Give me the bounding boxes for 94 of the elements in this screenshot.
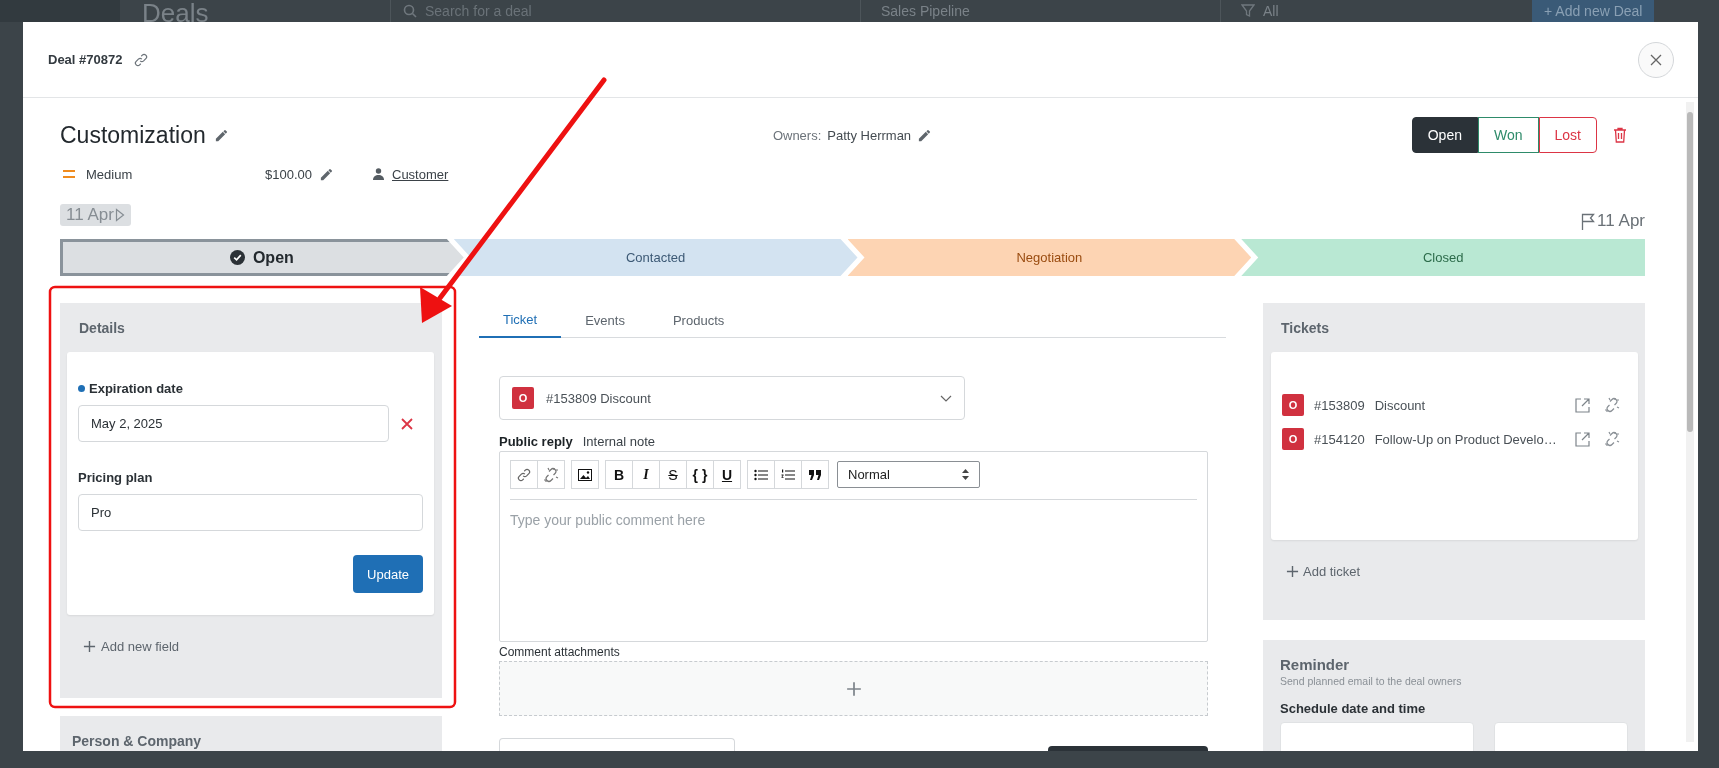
deal-amount: $100.00: [265, 166, 312, 182]
play-outline-icon: [114, 208, 125, 222]
close-button[interactable]: [1638, 41, 1674, 78]
indicator-dot: [78, 384, 85, 392]
start-date-badge: 11 Apr: [60, 204, 131, 226]
bullet-list-icon: [754, 468, 768, 481]
link-button[interactable]: [510, 460, 538, 489]
unlink-button[interactable]: [537, 460, 565, 489]
clear-icon[interactable]: [401, 417, 413, 430]
update-button[interactable]: Update: [353, 555, 423, 593]
priority-icon: [62, 169, 76, 179]
page-title: Deals: [142, 2, 210, 22]
flag-icon: [1581, 212, 1596, 230]
status-button[interactable]: Won: [1478, 117, 1539, 153]
pipeline-stage[interactable]: Open: [60, 239, 464, 276]
status-badge: O: [1282, 394, 1304, 416]
reply-tab[interactable]: Public reply: [499, 434, 573, 451]
pipeline-stage[interactable]: Negotiation: [847, 239, 1252, 276]
editor-placeholder: Type your public comment here: [510, 512, 707, 528]
ticket-number[interactable]: #154120: [1314, 431, 1365, 447]
status-badge: O: [512, 387, 534, 409]
time-field[interactable]: [1494, 722, 1628, 751]
external-link-icon[interactable]: [1575, 431, 1590, 447]
quote-button[interactable]: [801, 460, 829, 489]
unlink-icon[interactable]: [1604, 431, 1620, 447]
pipeline-stage[interactable]: Closed: [1241, 239, 1645, 276]
image-icon: [578, 468, 592, 481]
ticket-title: #153809 Discount: [546, 390, 651, 406]
ticket-subject[interactable]: Follow-Up on Product Develo…: [1374, 431, 1575, 447]
date-field[interactable]: [1280, 722, 1474, 751]
panel-heading: Reminder: [1280, 656, 1351, 673]
link-icon[interactable]: [134, 52, 149, 67]
ticket-dropdown[interactable]: O #153809 Discount: [499, 376, 965, 420]
external-link-icon[interactable]: [1575, 397, 1590, 413]
deal-title: Customization: [60, 121, 206, 149]
panel-heading: Details: [79, 320, 126, 336]
bullet-list-button[interactable]: [747, 460, 775, 489]
owners-label: Owners:: [772, 127, 822, 143]
ticket-number[interactable]: #153809: [1314, 397, 1365, 413]
format-button[interactable]: S: [659, 460, 687, 489]
up-down-caret-icon: [962, 469, 969, 480]
field-label: Expiration date: [89, 380, 183, 396]
person-icon: [373, 168, 384, 180]
field-label: Schedule date and time: [1280, 701, 1427, 716]
format-button[interactable]: U: [713, 460, 741, 489]
add-ticket-link[interactable]: Add ticket: [1286, 564, 1638, 579]
field-label: Pricing plan: [78, 469, 153, 485]
search-icon: [403, 4, 417, 18]
priority-label: Medium: [86, 166, 133, 182]
status-badge: O: [1282, 428, 1304, 450]
link-icon[interactable]: [517, 467, 531, 482]
due-date: 11 Apr: [1597, 211, 1645, 231]
tab[interactable]: Ticket: [479, 302, 562, 338]
tab[interactable]: Events: [561, 302, 649, 338]
pencil-icon[interactable]: [213, 127, 229, 143]
filter-icon: [1241, 4, 1255, 18]
check-circle-icon: [229, 250, 245, 265]
plus-icon: [845, 680, 862, 697]
reply-tab[interactable]: Internal note: [582, 434, 655, 451]
pipeline-stage[interactable]: Contacted: [453, 239, 858, 276]
panel-heading: Tickets: [1281, 320, 1330, 336]
attachments-label: Comment attachments: [499, 645, 621, 659]
numbered-list-icon: [781, 468, 795, 481]
chevron-down-icon: [940, 394, 952, 402]
quote-icon: [809, 469, 821, 480]
trash-icon[interactable]: [1613, 127, 1627, 143]
format-button[interactable]: B: [605, 460, 633, 489]
input-field[interactable]: Pro: [78, 494, 423, 531]
contact-link[interactable]: Customer: [392, 166, 449, 182]
filter-value: All: [1263, 3, 1279, 19]
unlink-icon[interactable]: [1604, 397, 1620, 413]
input-field[interactable]: May 2, 2025: [78, 405, 389, 442]
status-button[interactable]: Lost: [1538, 117, 1597, 153]
close-icon: [1650, 53, 1662, 66]
unlink-icon[interactable]: [543, 466, 559, 483]
image-button[interactable]: [571, 460, 599, 489]
add-field-link[interactable]: Add new field: [83, 639, 434, 654]
owner-name: Patty Herrman: [827, 127, 912, 143]
format-button[interactable]: I: [632, 460, 660, 489]
plus-icon: [1286, 565, 1299, 578]
pencil-icon[interactable]: [917, 127, 933, 143]
status-button[interactable]: Open: [1411, 117, 1478, 153]
comment-editor[interactable]: B I S { } U Normal Type your public comment here: [499, 451, 1208, 642]
modal-title: Deal #70872: [48, 52, 123, 67]
format-select[interactable]: Normal: [837, 461, 980, 488]
pencil-icon[interactable]: [319, 166, 334, 182]
panel-subtitle: Send planned email to the deal owners: [1280, 675, 1463, 687]
tab[interactable]: Products: [648, 302, 749, 338]
ticket-subject[interactable]: Discount: [1374, 397, 1575, 413]
format-button[interactable]: { }: [686, 460, 714, 489]
plus-icon: [83, 640, 96, 653]
numbered-list-button[interactable]: [774, 460, 802, 489]
scrollbar-thumb[interactable]: [1687, 112, 1693, 432]
panel-heading: Person & Company: [72, 733, 203, 749]
